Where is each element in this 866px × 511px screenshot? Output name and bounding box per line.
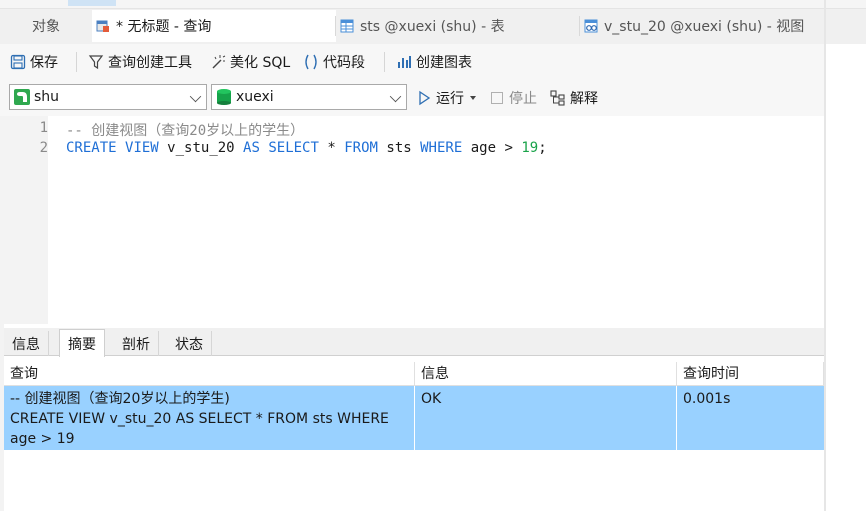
right-edge bbox=[824, 0, 826, 511]
operator: * bbox=[327, 140, 336, 156]
chart-icon bbox=[396, 54, 412, 70]
magic-wand-icon bbox=[210, 54, 226, 70]
database-select[interactable]: xuexi bbox=[211, 84, 407, 110]
save-label: 保存 bbox=[30, 55, 58, 71]
table-icon bbox=[340, 19, 354, 33]
tab-table-sts[interactable]: sts @xuexi (shu) - 表 bbox=[336, 10, 580, 42]
explain-icon bbox=[550, 90, 566, 106]
code-line-comment: -- 创建视图（查询20岁以上的学生） bbox=[66, 123, 305, 139]
line-number: 2 bbox=[39, 140, 48, 156]
connection-icon bbox=[14, 89, 30, 105]
line-number: 1 bbox=[39, 120, 48, 136]
chevron-down-icon bbox=[189, 90, 202, 103]
query-text-line: age > 19 bbox=[10, 431, 75, 447]
keyword: FROM bbox=[344, 140, 378, 156]
parentheses-icon bbox=[303, 54, 319, 70]
keyword: SELECT bbox=[268, 140, 319, 156]
view-icon bbox=[584, 19, 598, 33]
tab-table-sts-label: sts @xuexi (shu) - 表 bbox=[360, 19, 505, 35]
line-number-gutter: 1 2 bbox=[4, 116, 48, 324]
tab-view-label: v_stu_20 @xuexi (shu) - 视图 bbox=[604, 19, 805, 35]
beautify-sql-button[interactable]: 美化 SQL bbox=[210, 52, 290, 72]
tab-untitled-query-label: * 无标题 - 查询 bbox=[116, 19, 212, 35]
create-chart-button[interactable]: 创建图表 bbox=[396, 52, 472, 72]
tab-summary[interactable]: 摘要 bbox=[59, 329, 105, 357]
save-icon bbox=[10, 54, 26, 70]
connection-select[interactable]: shu bbox=[9, 84, 207, 110]
result-tabs: 信息 摘要 剖析 状态 bbox=[4, 328, 824, 357]
keyword: CREATE bbox=[66, 140, 117, 156]
tab-profile[interactable]: 剖析 bbox=[114, 331, 159, 356]
query-builder-label: 查询创建工具 bbox=[108, 55, 192, 71]
tab-message-label: 信息 bbox=[12, 336, 40, 353]
sql-editor[interactable]: 1 2 -- 创建视图（查询20岁以上的学生） CREATE VIEW v_st… bbox=[4, 116, 824, 324]
code-line-statement: CREATE VIEW v_stu_20 AS SELECT * FROM st… bbox=[66, 140, 547, 156]
chevron-down-icon bbox=[389, 90, 402, 103]
run-label: 运行 bbox=[436, 91, 464, 107]
database-icon bbox=[217, 89, 231, 105]
tab-objects-label: 对象 bbox=[32, 19, 60, 35]
stop-icon bbox=[491, 92, 503, 104]
tab-objects[interactable]: 对象 bbox=[0, 10, 92, 42]
identifier: v_stu_20 bbox=[167, 140, 235, 156]
database-value: xuexi bbox=[236, 89, 274, 105]
tab-view-v-stu-20[interactable]: v_stu_20 @xuexi (shu) - 视图 bbox=[580, 10, 824, 42]
tab-untitled-query[interactable]: * 无标题 - 查询 bbox=[92, 10, 336, 42]
keyword: WHERE bbox=[420, 140, 463, 156]
identifier: sts bbox=[386, 140, 412, 156]
column-header-time[interactable]: 查询时间 bbox=[677, 362, 824, 386]
explain-button[interactable]: 解释 bbox=[550, 88, 598, 108]
explain-label: 解释 bbox=[570, 91, 598, 107]
identifier: age bbox=[470, 140, 497, 156]
cell-info[interactable]: OK bbox=[415, 386, 677, 450]
tab-summary-label: 摘要 bbox=[68, 336, 96, 353]
play-icon bbox=[416, 90, 432, 106]
top-accent bbox=[68, 0, 116, 6]
query-icon bbox=[96, 19, 110, 33]
keyword: AS bbox=[243, 140, 260, 156]
run-dropdown-icon[interactable] bbox=[470, 96, 476, 100]
cell-query[interactable]: -- 创建视图（查询20岁以上的学生) CREATE VIEW v_stu_20… bbox=[4, 386, 415, 450]
query-text-line: -- 创建视图（查询20岁以上的学生) bbox=[10, 391, 230, 407]
window-top-strip bbox=[0, 0, 866, 9]
tab-message[interactable]: 信息 bbox=[4, 331, 49, 356]
code-snippet-button[interactable]: 代码段 bbox=[303, 52, 365, 72]
stop-label: 停止 bbox=[509, 91, 537, 107]
semicolon: ; bbox=[538, 140, 547, 156]
create-chart-label: 创建图表 bbox=[416, 55, 472, 71]
connection-value: shu bbox=[34, 89, 60, 105]
code-snippet-label: 代码段 bbox=[323, 55, 365, 71]
column-header-query[interactable]: 查询 bbox=[4, 362, 415, 386]
query-builder-button[interactable]: 查询创建工具 bbox=[88, 52, 192, 72]
keyword: VIEW bbox=[125, 140, 159, 156]
operator: > bbox=[504, 140, 513, 156]
beautify-sql-label: 美化 SQL bbox=[230, 55, 291, 71]
connection-toolbar: shu xuexi 运行 停止 解释 bbox=[0, 80, 826, 116]
run-button[interactable]: 运行 bbox=[416, 88, 476, 108]
main-toolbar: 保存 查询创建工具 美化 SQL 代码段 创建图表 bbox=[0, 44, 826, 80]
column-header-info[interactable]: 信息 bbox=[415, 362, 677, 386]
cell-time[interactable]: 0.001s bbox=[677, 386, 824, 450]
filter-icon bbox=[88, 54, 104, 70]
query-text-line: CREATE VIEW v_stu_20 AS SELECT * FROM st… bbox=[10, 411, 389, 427]
tab-bar: 对象 * 无标题 - 查询 sts @xuexi (shu) - 表 v_stu… bbox=[0, 0, 866, 44]
tab-profile-label: 剖析 bbox=[122, 336, 150, 353]
stop-button[interactable]: 停止 bbox=[491, 88, 537, 108]
number-literal: 19 bbox=[521, 140, 539, 156]
tab-status[interactable]: 状态 bbox=[167, 331, 212, 356]
save-button[interactable]: 保存 bbox=[10, 52, 58, 72]
tab-status-label: 状态 bbox=[175, 336, 203, 353]
